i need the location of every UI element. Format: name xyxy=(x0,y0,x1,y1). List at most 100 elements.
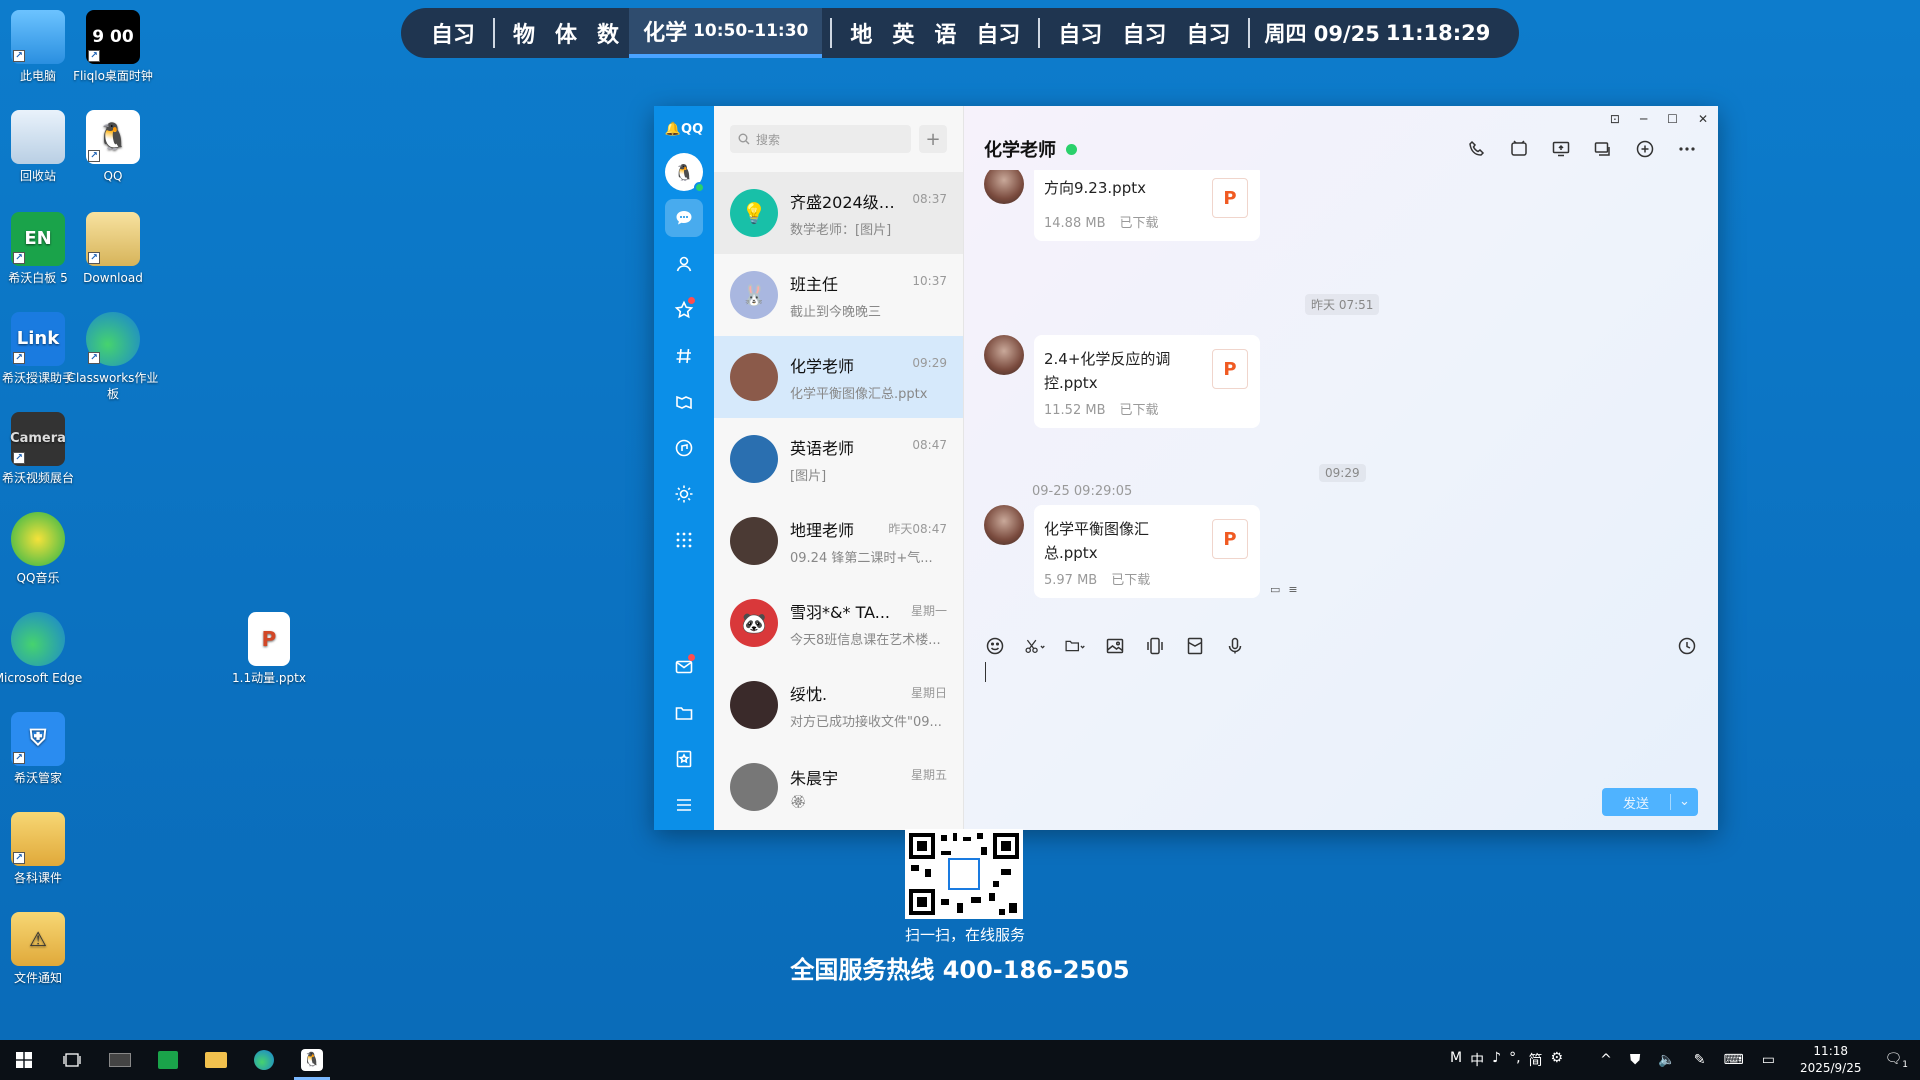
chat-header: 化学老师 xyxy=(964,126,1718,172)
whiteboard-icon: EN ↗ xyxy=(11,212,65,266)
open-folder-icon[interactable]: ▭ xyxy=(1270,583,1280,596)
conversation-item[interactable]: 💡 齐盛2024级8... 数学老师：[图片] 08:37 xyxy=(714,172,963,254)
emoji-icon[interactable] xyxy=(984,635,1006,657)
music-icon[interactable] xyxy=(665,429,703,467)
desktop-icon-download[interactable]: ↗ Download xyxy=(66,212,160,286)
folder-icon[interactable] xyxy=(665,694,703,732)
conversation-item[interactable]: 英语老师 [图片] 08:47 xyxy=(714,418,963,500)
minimize-button[interactable]: ─ xyxy=(1640,112,1647,126)
ime-toolbar[interactable]: M 中 ♪ °, 简 ⚙ xyxy=(1450,1050,1563,1070)
chat-panel: ⊡ ─ ☐ ✕ 化学老师 方向9.23.pptx 14.88 MB 已下载 P … xyxy=(964,106,1718,830)
conversation-item[interactable]: 朱晨宇 🏵 星期五 xyxy=(714,746,963,828)
schedule-day: 周四 09/25 xyxy=(1264,22,1380,46)
maximize-button[interactable]: ☐ xyxy=(1667,112,1678,126)
conversation-preview: [图片] xyxy=(790,468,827,484)
more-icon[interactable] xyxy=(1676,138,1698,160)
shake-icon[interactable] xyxy=(1144,635,1166,657)
messages-icon[interactable] xyxy=(665,199,703,237)
file-card[interactable]: 方向9.23.pptx 14.88 MB 已下载 P xyxy=(1034,170,1260,241)
avatar[interactable]: 🐧 xyxy=(665,153,705,193)
folder-icon[interactable] xyxy=(1064,635,1086,657)
conversation-item[interactable]: 化学老师 化学平衡图像汇总.pptx 09:29 xyxy=(714,336,963,418)
contacts-icon[interactable] xyxy=(665,245,703,283)
search-input[interactable]: 搜索 xyxy=(730,125,911,153)
desktop-icon-seewo-manager[interactable]: ⛨ ↗ 希沃管家 xyxy=(0,712,85,786)
bookmark-icon[interactable] xyxy=(665,740,703,778)
history-clock-icon[interactable] xyxy=(1676,635,1698,657)
avatar[interactable] xyxy=(984,170,1024,204)
taskbar-app-edge[interactable] xyxy=(240,1040,288,1080)
channels-icon[interactable] xyxy=(665,337,703,375)
conversation-preview: 今天8班信息课在艺术楼... xyxy=(790,632,941,648)
screenshot-scissors-icon[interactable] xyxy=(1024,635,1046,657)
notification-center-icon[interactable]: 🗨1 xyxy=(1884,1051,1908,1070)
desktop-icon-file-notice[interactable]: ⚠ 文件通知 xyxy=(0,912,85,986)
powerpoint-file-icon: P xyxy=(1212,178,1248,218)
edge-icon xyxy=(11,612,65,666)
taskbar-clock[interactable]: 11:18 2025/9/25 xyxy=(1800,1043,1862,1077)
file-card[interactable]: 2.4+化学反应的调控.pptx 11.52 MB 已下载 P xyxy=(1034,335,1260,428)
remote-assist-icon[interactable] xyxy=(1592,138,1614,160)
file-card[interactable]: 化学平衡图像汇总.pptx 5.97 MB 已下载 P xyxy=(1034,505,1260,598)
conversation-item[interactable]: 地理老师 09.24 锋第二课时+气... 昨天08:47 xyxy=(714,500,963,582)
conversation-time: 昨天08:47 xyxy=(888,522,947,536)
security-shield-icon[interactable]: ⛊ xyxy=(1630,1052,1641,1068)
conversation-time: 08:37 xyxy=(912,192,947,206)
pen-icon[interactable]: ✎ xyxy=(1694,1052,1706,1068)
mail-icon[interactable] xyxy=(665,648,703,686)
screen-share-icon[interactable] xyxy=(1550,138,1572,160)
file-menu-icon[interactable]: ≡ xyxy=(1288,583,1297,596)
chevron-up-icon[interactable]: ^ xyxy=(1600,1052,1612,1068)
add-button[interactable]: + xyxy=(919,125,947,153)
folder-icon: ↗ xyxy=(86,212,140,266)
display-icon[interactable]: ▭ xyxy=(1762,1052,1775,1068)
image-icon[interactable] xyxy=(1104,635,1126,657)
taskbar: 🐧 M 中 ♪ °, 简 ⚙ ^ ⛊ 🔈 ✎ ⌨ ▭ 11:18 2025/9/… xyxy=(0,1040,1920,1080)
red-packet-icon[interactable] xyxy=(1184,635,1206,657)
desktop-icon-courseware[interactable]: ↗ 各科课件 xyxy=(0,812,85,886)
desktop-icon-edge[interactable]: Microsoft Edge xyxy=(0,612,85,686)
desktop-icon-qq-music[interactable]: QQ音乐 xyxy=(0,512,85,586)
link-icon: Link ↗ xyxy=(11,312,65,366)
favorites-icon[interactable] xyxy=(665,291,703,329)
conversation-preview: 化学平衡图像汇总.pptx xyxy=(790,386,928,402)
folder-icon: ↗ xyxy=(11,812,65,866)
schedule-divider xyxy=(493,18,496,48)
schedule-divider xyxy=(830,18,833,48)
send-options-chevron-icon[interactable]: ⌄ xyxy=(1670,794,1698,810)
voice-call-icon[interactable] xyxy=(1466,138,1488,160)
start-button[interactable] xyxy=(0,1040,48,1080)
weather-icon[interactable] xyxy=(665,475,703,513)
conversation-item[interactable]: 绥忱. 对方已成功接收文件"09... 星期日 xyxy=(714,664,963,746)
time-divider: 09:29 xyxy=(1319,464,1366,482)
taskbar-app-clock[interactable] xyxy=(96,1040,144,1080)
menu-icon[interactable] xyxy=(665,786,703,824)
task-view-button[interactable] xyxy=(48,1040,96,1080)
avatar: 💡 xyxy=(730,189,778,237)
games-icon[interactable] xyxy=(665,383,703,421)
close-button[interactable]: ✕ xyxy=(1698,112,1708,126)
conversation-item[interactable]: 🐰 班主任 截止到今晚晚三 10:37 xyxy=(714,254,963,336)
taskbar-app-whiteboard[interactable] xyxy=(144,1040,192,1080)
conversation-preview: 截止到今晚晚三 xyxy=(790,304,882,320)
conversation-item[interactable]: 🐼 雪羽*&* TA... 今天8班信息课在艺术楼... 星期一 xyxy=(714,582,963,664)
message-input-caret[interactable] xyxy=(985,662,986,682)
taskbar-app-qq[interactable]: 🐧 xyxy=(288,1040,336,1080)
desktop-icon-fliqlo[interactable]: 9 00 ↗ Fliqlo桌面时钟 xyxy=(66,10,160,84)
microphone-icon[interactable] xyxy=(1224,635,1246,657)
desktop-icon-qq[interactable]: 🐧 ↗ QQ xyxy=(66,110,160,184)
avatar[interactable] xyxy=(984,505,1024,545)
send-button[interactable]: 发送 ⌄ xyxy=(1602,788,1698,816)
video-call-icon[interactable] xyxy=(1508,138,1530,160)
keyboard-icon[interactable]: ⌨ xyxy=(1724,1052,1744,1068)
add-member-icon[interactable] xyxy=(1634,138,1656,160)
avatar[interactable] xyxy=(984,335,1024,375)
desktop-icon-camera[interactable]: Camera ↗ 希沃视频展台 xyxy=(0,412,85,486)
desktop-icon-pptx-file[interactable]: P 1.1动量.pptx xyxy=(219,612,319,686)
schedule-period: 自习 xyxy=(1122,23,1167,48)
desktop-icon-classworks[interactable]: ↗ Classworks作业板 xyxy=(66,312,160,402)
apps-grid-icon[interactable] xyxy=(665,521,703,559)
volume-icon[interactable]: 🔈 xyxy=(1658,1052,1675,1068)
taskbar-app-explorer[interactable] xyxy=(192,1040,240,1080)
pin-icon[interactable]: ⊡ xyxy=(1610,112,1620,126)
